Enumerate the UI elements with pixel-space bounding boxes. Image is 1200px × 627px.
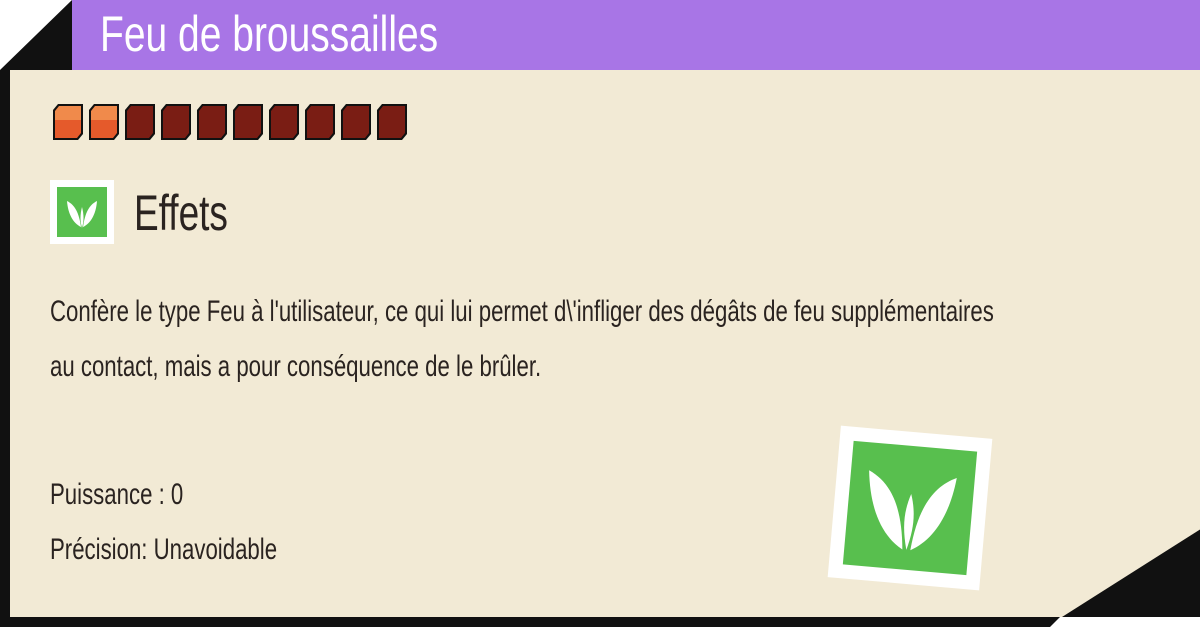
move-title: Feu de broussailles bbox=[100, 6, 439, 62]
level-bar-empty bbox=[376, 103, 408, 141]
move-card-stage: Feu de broussailles Effets Confère le ty… bbox=[0, 0, 1200, 627]
leaf-icon bbox=[57, 187, 107, 237]
power-stat: Puissance : 0 bbox=[50, 478, 184, 511]
level-bar-filled bbox=[88, 103, 120, 141]
leaf-icon bbox=[842, 440, 978, 576]
level-bar-filled bbox=[52, 103, 84, 141]
accuracy-stat: Précision: Unavoidable bbox=[50, 533, 278, 566]
level-bar-empty bbox=[268, 103, 300, 141]
level-bar-empty bbox=[124, 103, 156, 141]
level-bar-empty bbox=[304, 103, 336, 141]
level-bars bbox=[52, 103, 408, 141]
level-bar-empty bbox=[196, 103, 228, 141]
level-bar-empty bbox=[160, 103, 192, 141]
level-bar-empty bbox=[340, 103, 372, 141]
category-badge bbox=[827, 425, 993, 591]
effects-heading: Effets bbox=[134, 185, 228, 241]
level-bar-empty bbox=[232, 103, 264, 141]
effects-badge bbox=[50, 180, 114, 244]
move-description: Confère le type Feu à l'utilisateur, ce … bbox=[50, 295, 994, 383]
